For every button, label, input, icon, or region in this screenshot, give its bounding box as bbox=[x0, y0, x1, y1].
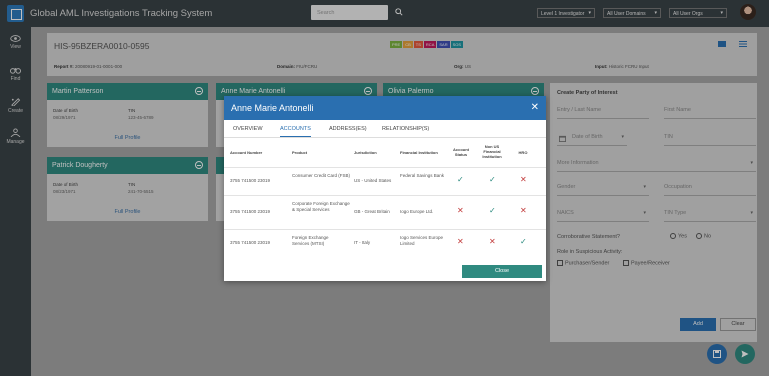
product: Foreign Exchange Services (MTSI) bbox=[292, 235, 329, 246]
jurisdiction: IT - Italy bbox=[354, 240, 371, 245]
check-icon: ✓ bbox=[520, 237, 527, 246]
check-icon: ✓ bbox=[489, 175, 496, 184]
column-header: Account Status bbox=[453, 147, 469, 157]
jurisdiction: GB - Great Britain bbox=[354, 209, 390, 214]
tab-overview[interactable]: OVERVIEW bbox=[233, 126, 263, 132]
column-header: Financial Institution bbox=[400, 150, 438, 155]
account-number: 3755 741500 23019 bbox=[230, 178, 271, 183]
tab-relationships[interactable]: RELATIONSHIP(S) bbox=[382, 126, 429, 132]
table-row[interactable]: 3755 741500 23019 Foreign Exchange Servi… bbox=[224, 229, 546, 257]
party-detail-modal: Anne Marie Antonelli ✕ OVERVIEW ACCOUNTS… bbox=[224, 96, 546, 281]
institution: Federal Savings Bank bbox=[400, 173, 445, 178]
column-header: Product bbox=[292, 150, 308, 155]
column-header: Account Number bbox=[230, 150, 263, 155]
x-icon: ✕ bbox=[457, 206, 464, 215]
check-icon: ✓ bbox=[457, 175, 464, 184]
column-header: HRO bbox=[518, 150, 528, 155]
x-icon: ✕ bbox=[457, 237, 464, 246]
product: Consumer Credit Card (FSB) bbox=[292, 173, 351, 178]
close-button[interactable]: Close bbox=[462, 265, 542, 278]
tab-addresses[interactable]: ADDRESS(ES) bbox=[329, 126, 367, 132]
account-number: 3755 741500 23019 bbox=[230, 209, 271, 214]
modal-header: Anne Marie Antonelli ✕ bbox=[224, 96, 546, 120]
x-icon: ✕ bbox=[489, 237, 496, 246]
column-header: Non US Financial Institution bbox=[482, 144, 502, 159]
tab-accounts[interactable]: ACCOUNTS bbox=[280, 126, 311, 137]
account-number: 3755 741500 23019 bbox=[230, 240, 271, 245]
table-row[interactable]: 3755 741500 23019 Consumer Credit Card (… bbox=[224, 167, 546, 195]
modal-title: Anne Marie Antonelli bbox=[231, 103, 314, 113]
institution: Iogo Europe Ltd. bbox=[400, 209, 434, 214]
column-header: Jurisdiction bbox=[354, 150, 377, 155]
product: Corporate Foreign Exchange & Special Ser… bbox=[292, 201, 350, 212]
close-icon[interactable]: ✕ bbox=[531, 102, 539, 113]
x-icon: ✕ bbox=[520, 206, 527, 215]
x-icon: ✕ bbox=[520, 175, 527, 184]
jurisdiction: US - United States bbox=[354, 178, 392, 183]
institution: Iogo Services Europe Limited bbox=[400, 235, 444, 246]
table-row[interactable]: 3755 741500 23019 Corporate Foreign Exch… bbox=[224, 195, 546, 229]
modal-tabs: OVERVIEW ACCOUNTS ADDRESS(ES) RELATIONSH… bbox=[224, 120, 546, 138]
check-icon: ✓ bbox=[489, 206, 496, 215]
